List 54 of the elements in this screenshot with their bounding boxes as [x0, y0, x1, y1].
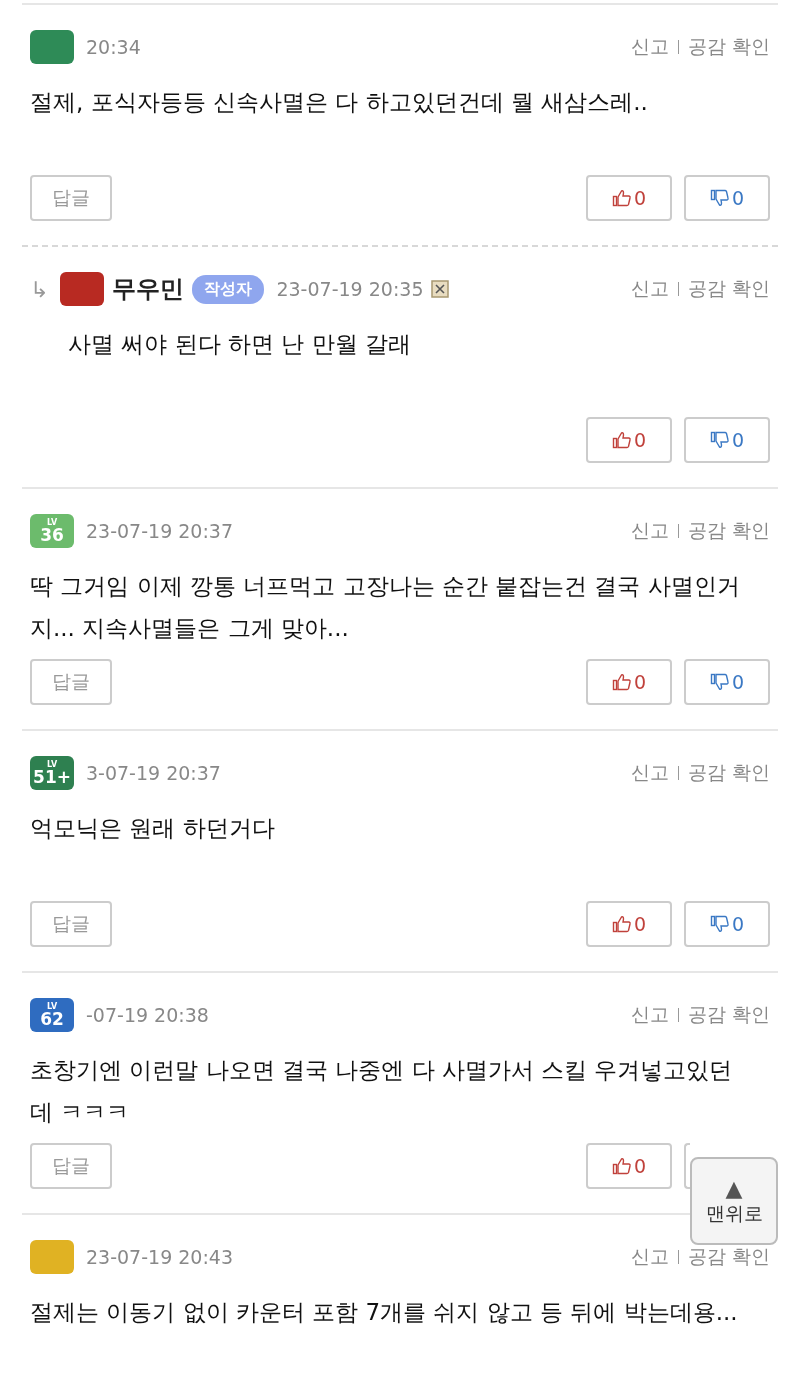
report-link[interactable]: 신고 [630, 276, 669, 302]
dislike-button[interactable]: 0 [684, 901, 770, 947]
comment-text: 절제는 이동기 없이 카운터 포함 7개를 쉬지 않고 등 뒤에 박는데용... [30, 1298, 739, 1327]
likes-link[interactable]: 공감 확인 [687, 1244, 770, 1270]
report-link[interactable]: 신고 [630, 1002, 669, 1028]
thumbs-down-icon [709, 914, 730, 934]
comment-date: 23-07-19 20:35 [276, 278, 424, 300]
thumbs-up-icon [611, 188, 632, 208]
likes-link[interactable]: 공감 확인 [687, 276, 770, 302]
thumbs-down-icon [709, 672, 730, 692]
comment-text: 억모닉은 원래 하던거다 [30, 814, 276, 843]
like-button[interactable]: 0 [586, 175, 672, 221]
comment-text: 절제, 포식자등등 신속사멸은 다 하고있던건데 뭘 새삼스레.. [30, 88, 649, 117]
scroll-to-top-button[interactable]: ▲ 맨위로 [690, 1157, 778, 1245]
comment-date: -07-19 20:38 [86, 1004, 209, 1026]
likes-link[interactable]: 공감 확인 [687, 518, 770, 544]
reply-button[interactable]: 답글 [30, 175, 112, 221]
reply-button[interactable]: 답글 [30, 659, 112, 705]
comment-text: 사멸 써야 된다 하면 난 만월 갈래 [68, 330, 412, 359]
like-button[interactable]: 0 [586, 1143, 672, 1189]
report-link[interactable]: 신고 [630, 1244, 669, 1270]
like-button[interactable]: 0 [586, 417, 672, 463]
thumbs-down-icon [709, 188, 730, 208]
thumbs-up-icon [611, 914, 632, 934]
dislike-button[interactable]: 0 [684, 659, 770, 705]
like-button[interactable]: 0 [586, 901, 672, 947]
comment-date: 23-07-19 20:37 [86, 520, 234, 542]
level-badge: LV 51+ [30, 756, 74, 790]
thumbs-up-icon [611, 430, 632, 450]
level-badge: LV 36 [30, 514, 74, 548]
level-badge: LV 62 [30, 998, 74, 1032]
likes-link[interactable]: 공감 확인 [687, 760, 770, 786]
likes-link[interactable]: 공감 확인 [687, 1002, 770, 1028]
reply-arrow-icon: ↳ [30, 276, 49, 302]
thumbs-up-icon [611, 672, 632, 692]
reply-button[interactable]: 답글 [30, 901, 112, 947]
comment-text: 딱 그거임 이제 깡통 너프먹고 고장나는 순간 붙잡는건 결국 사멸인거지... 지속사멸들은 그게 맞아... [30, 572, 741, 643]
comment-text: 초창기엔 이런말 나오면 결국 나중엔 다 사멸가서 스킬 우겨넣고있던데 ㅋㅋㅋ [30, 1056, 734, 1127]
thumbs-down-icon [709, 430, 730, 450]
thumbs-up-icon [611, 1156, 632, 1176]
report-link[interactable]: 신고 [630, 34, 669, 60]
likes-link[interactable]: 공감 확인 [687, 34, 770, 60]
report-link[interactable]: 신고 [630, 518, 669, 544]
comment-date: 3-07-19 20:37 [86, 762, 221, 784]
comment-date: 20:34 [86, 36, 141, 58]
close-box-icon[interactable] [431, 280, 450, 298]
author-tag: 작성자 [192, 274, 265, 304]
username[interactable]: 무우민 [112, 273, 185, 305]
like-button[interactable]: 0 [586, 659, 672, 705]
dislike-button[interactable]: 0 [684, 175, 770, 221]
report-link[interactable]: 신고 [630, 760, 669, 786]
comment-date: 23-07-19 20:43 [86, 1246, 234, 1268]
dislike-button[interactable]: 0 [684, 417, 770, 463]
reply-button[interactable]: 답글 [30, 1143, 112, 1189]
